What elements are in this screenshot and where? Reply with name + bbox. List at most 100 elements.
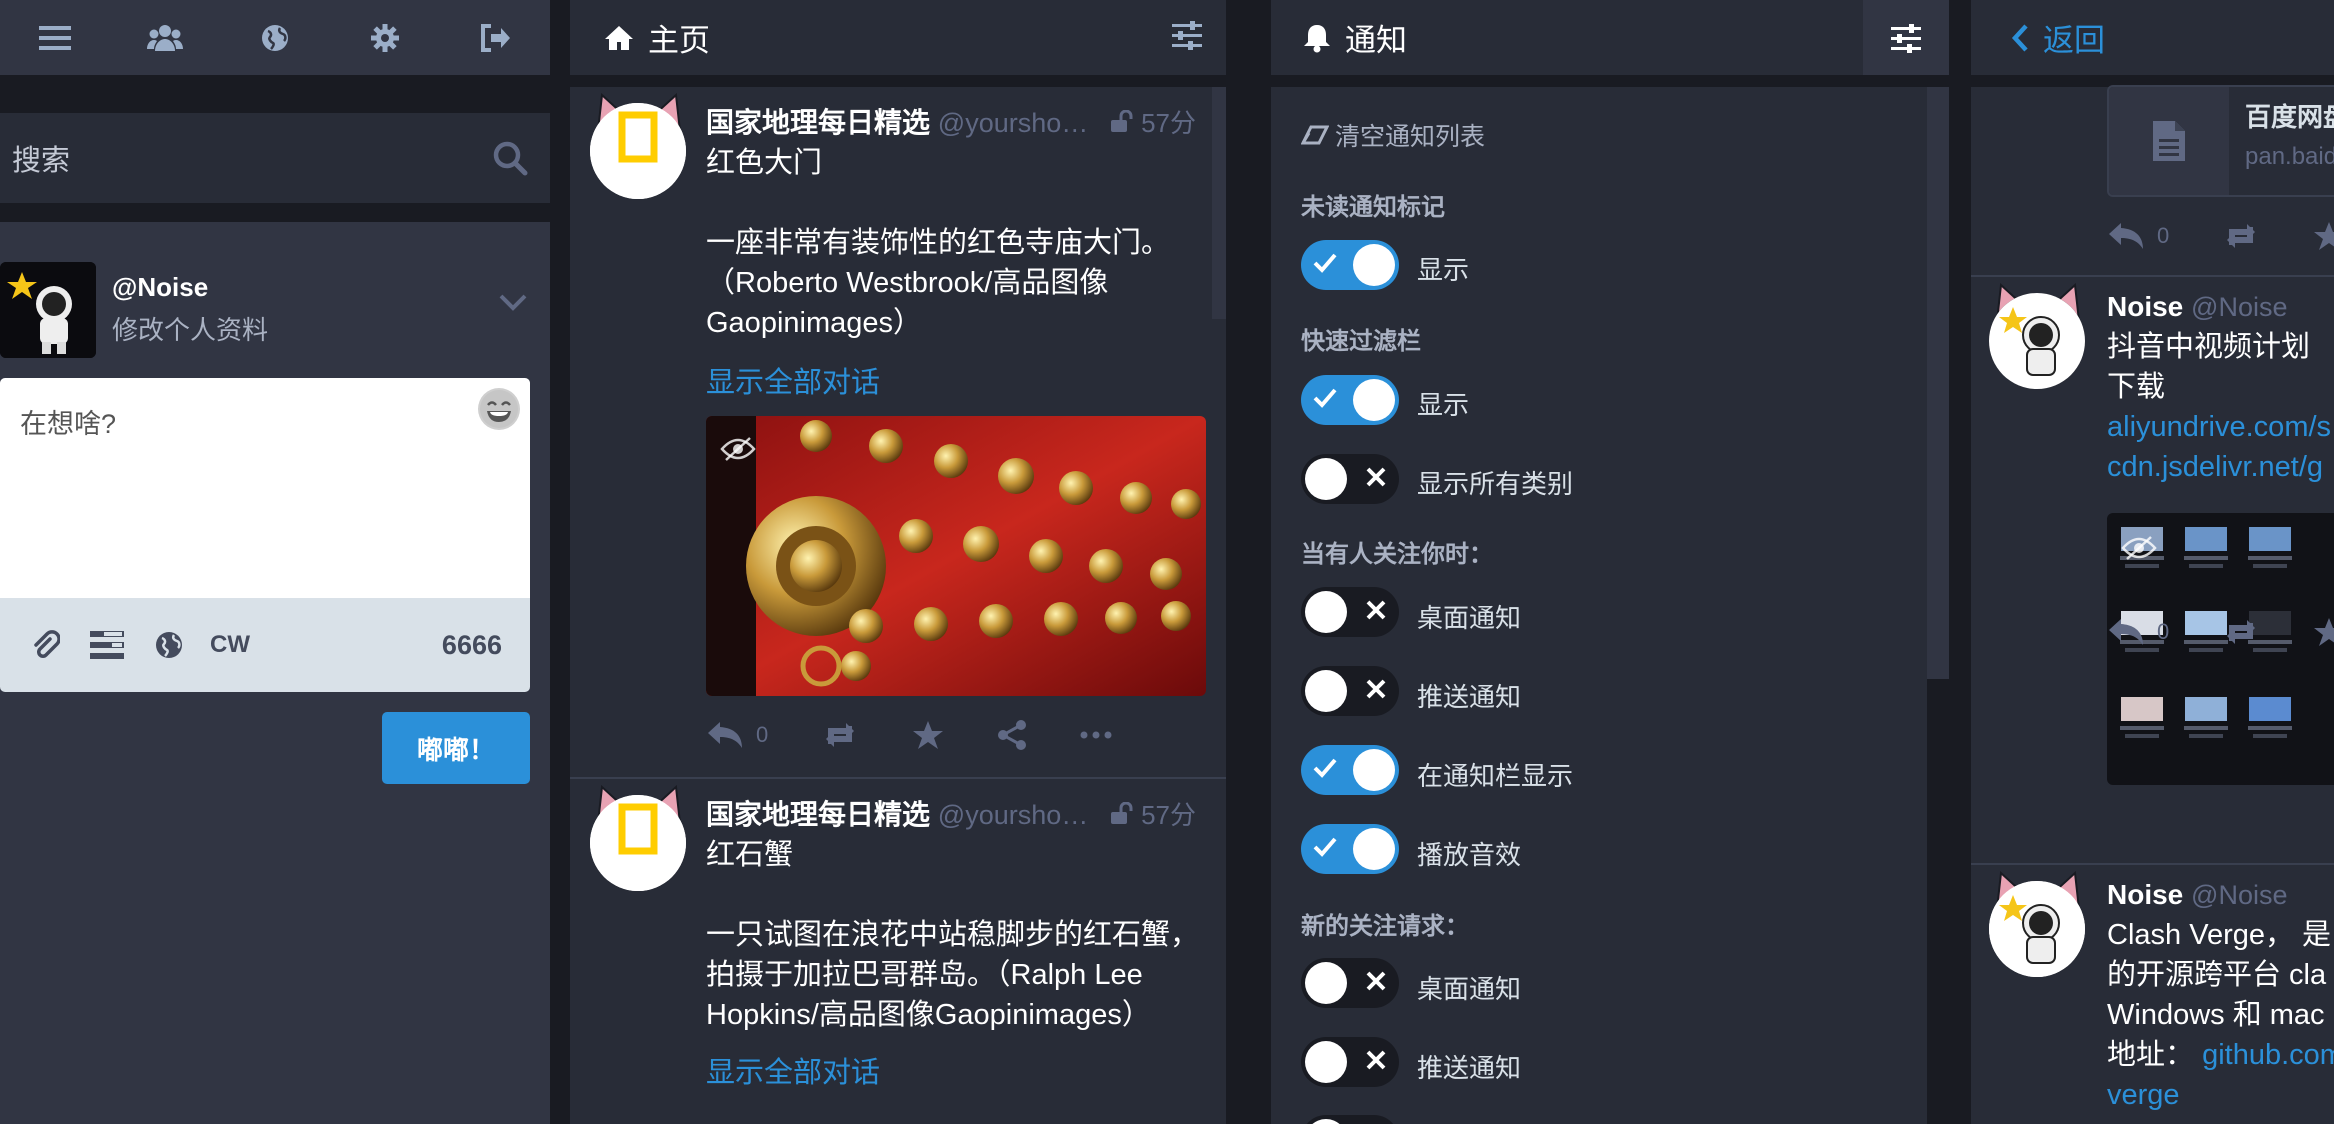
- hide-media-icon[interactable]: [720, 436, 756, 467]
- content-warning-button[interactable]: CW: [210, 631, 250, 659]
- poll-icon[interactable]: [90, 631, 124, 659]
- hide-media-icon[interactable]: [2121, 535, 2157, 566]
- notification-settings-panel: 清空通知列表 未读通知标记 显示 快速过滤栏 显示 显示所有类别 当有人关注你时…: [1271, 87, 1927, 1124]
- reply-button[interactable]: 0: [706, 720, 768, 750]
- boost-icon[interactable]: [2221, 617, 2261, 647]
- account-header: @Noise 修改个人资料: [0, 242, 550, 358]
- toggle-partial[interactable]: [1301, 1115, 1399, 1124]
- toggle-label: 显示: [1417, 390, 1470, 420]
- search-input[interactable]: 搜索: [0, 113, 550, 203]
- favourite-icon[interactable]: [2313, 221, 2334, 251]
- character-counter: 6666: [441, 629, 502, 660]
- back-button[interactable]: 返回: [2011, 15, 2105, 60]
- detail-column-header: 返回: [1971, 0, 2334, 75]
- toggle-follow-sound[interactable]: [1301, 824, 1399, 874]
- section-quick-filter: 快速过滤栏: [1301, 328, 1421, 355]
- status-handle: @yoursho…: [937, 108, 1089, 138]
- status-item[interactable]: 国家地理每日精选 @yoursho… 57分 红色大门 一座非常有装饰性的红色寺…: [570, 87, 1226, 777]
- scrollbar[interactable]: [1927, 87, 1949, 679]
- toggle-quick-filter[interactable]: [1301, 375, 1399, 425]
- reply-icon: [708, 722, 742, 748]
- toggle-unread-marker[interactable]: [1301, 240, 1399, 290]
- display-name-text: Noise: [2107, 879, 2184, 910]
- status-link[interactable]: verge: [2107, 1075, 2334, 1115]
- display-name-text: 国家地理每日精选: [706, 799, 931, 830]
- toggle-show-all-categories[interactable]: [1301, 454, 1399, 504]
- status-link[interactable]: cdn.jsdelivr.net/g: [2107, 451, 2323, 484]
- reply-icon: [2109, 619, 2143, 645]
- status-display-name[interactable]: Noise @Noise: [2107, 291, 2287, 323]
- boost-icon[interactable]: [820, 720, 860, 750]
- more-icon[interactable]: [1080, 731, 1112, 739]
- compose-textarea[interactable]: 在想啥?: [0, 378, 530, 598]
- reply-button[interactable]: 0: [2107, 617, 2169, 647]
- column-settings-icon[interactable]: [1172, 20, 1202, 55]
- toggle-follow-desktop[interactable]: [1301, 587, 1399, 637]
- unlock-icon: [1110, 109, 1133, 132]
- status-actions: 0: [2107, 221, 2334, 251]
- show-thread-link[interactable]: 显示全部对话: [706, 359, 880, 401]
- notifications-column-header[interactable]: 通知: [1271, 0, 1949, 75]
- favourite-icon[interactable]: [912, 720, 944, 750]
- status-media[interactable]: [2107, 513, 2334, 785]
- search-icon[interactable]: [492, 140, 528, 181]
- users-icon[interactable]: [135, 8, 195, 68]
- notifications-column: 通知 清空通知列表 未读通知标记 显示 快速过滤栏 显示 显示所有类别 当有人关…: [1271, 0, 1949, 1124]
- status-time[interactable]: 57分: [1110, 103, 1196, 140]
- status-link[interactable]: aliyundrive.com/s: [2107, 411, 2331, 444]
- reply-count: 0: [2157, 619, 2170, 644]
- status-link[interactable]: github.com: [2202, 1039, 2334, 1071]
- home-column-header[interactable]: 主页: [570, 0, 1226, 75]
- notifications-column-title: 通知: [1345, 23, 1407, 58]
- toggle-request-push[interactable]: [1301, 1037, 1399, 1087]
- favourite-icon[interactable]: [2313, 617, 2334, 647]
- status-line: 地址： github.com: [2107, 1035, 2334, 1075]
- status-display-name[interactable]: 国家地理每日精选 @yoursho…: [706, 101, 1088, 141]
- status-actions: 0: [706, 719, 1206, 751]
- status-display-name[interactable]: 国家地理每日精选 @yoursho…: [706, 793, 1088, 833]
- link-card-title: 百度网盘: [2245, 102, 2334, 132]
- time-text: 57分: [1141, 800, 1196, 830]
- menu-icon[interactable]: [25, 8, 85, 68]
- emoji-picker-icon[interactable]: [478, 388, 520, 430]
- toggle-label: 在通知栏显示: [1417, 761, 1574, 791]
- visibility-globe-icon[interactable]: [154, 630, 184, 660]
- chevron-down-icon[interactable]: [498, 292, 528, 317]
- reply-count: 0: [2157, 223, 2170, 248]
- compose-panel: @Noise 修改个人资料 在想啥? CW 6666 嘟嘟！: [0, 222, 550, 1124]
- status-display-name[interactable]: Noise @Noise: [2107, 879, 2287, 911]
- toggle-follow-column[interactable]: [1301, 745, 1399, 795]
- status-handle: @Noise: [2191, 292, 2288, 322]
- avatar[interactable]: [590, 103, 686, 199]
- account-handle[interactable]: @Noise: [112, 272, 208, 303]
- status-content: 抖音中视频计划下载: [2107, 331, 2311, 403]
- boost-icon[interactable]: [2221, 221, 2261, 251]
- reply-button[interactable]: 0: [2107, 221, 2169, 251]
- avatar[interactable]: [590, 795, 686, 891]
- section-new-follow-request: 新的关注请求：: [1301, 913, 1469, 940]
- avatar[interactable]: [0, 262, 96, 358]
- toggle-follow-push[interactable]: [1301, 666, 1399, 716]
- status-time[interactable]: 57分: [1110, 795, 1196, 832]
- globe-icon[interactable]: [245, 8, 305, 68]
- attach-icon[interactable]: [30, 629, 60, 661]
- edit-profile-link[interactable]: 修改个人资料: [112, 310, 268, 347]
- status-media[interactable]: [706, 416, 1206, 696]
- share-icon[interactable]: [996, 719, 1028, 751]
- logout-icon[interactable]: [465, 8, 525, 68]
- link-card[interactable]: 百度网盘 pan.baidu: [2107, 85, 2334, 197]
- status-item[interactable]: Noise @Noise Clash Verge， 是 的开源跨平台 cla W…: [1971, 865, 2334, 1124]
- toggle-request-desktop[interactable]: [1301, 958, 1399, 1008]
- clear-notifications-button[interactable]: 清空通知列表: [1301, 117, 1485, 153]
- toot-button[interactable]: 嘟嘟！: [382, 712, 530, 784]
- avatar[interactable]: [1989, 293, 2085, 389]
- status-handle: @Noise: [2191, 880, 2288, 910]
- toggle-label: 播放音效: [1417, 840, 1522, 870]
- avatar[interactable]: [1989, 881, 2085, 977]
- gear-icon[interactable]: [355, 8, 415, 68]
- show-thread-link[interactable]: 显示全部对话: [706, 1049, 880, 1091]
- link-card-url: pan.baidu: [2245, 143, 2334, 170]
- column-settings-icon[interactable]: [1863, 0, 1949, 75]
- status-item[interactable]: 国家地理每日精选 @yoursho… 57分 红石蟹 一只试图在浪花中站稳脚步的…: [570, 779, 1226, 1124]
- home-column-title: 主页: [648, 23, 710, 58]
